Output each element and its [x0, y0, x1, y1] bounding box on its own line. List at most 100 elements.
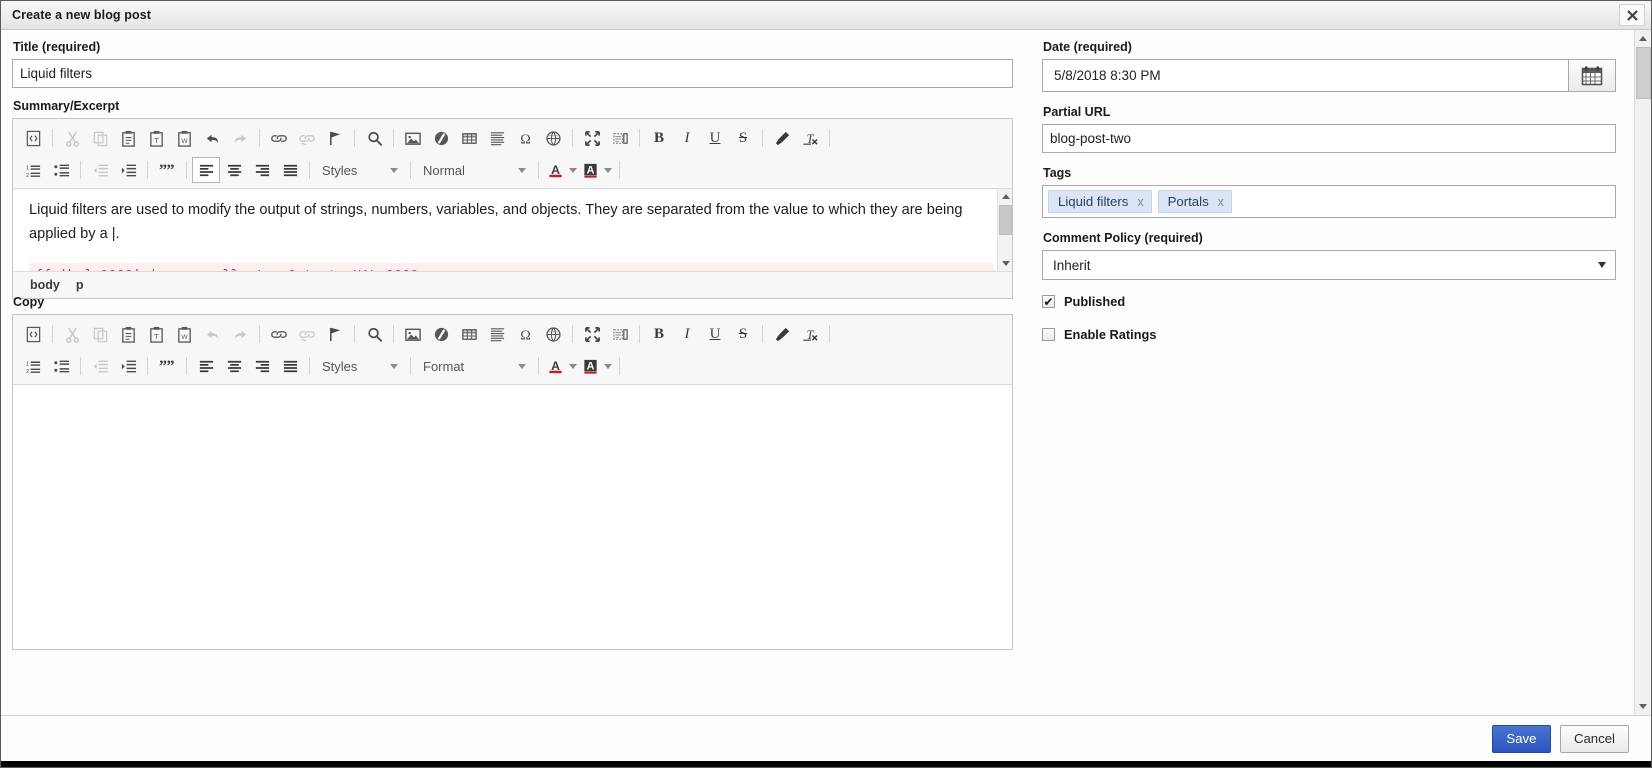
link-icon[interactable]: [265, 321, 293, 347]
source-icon[interactable]: [19, 125, 47, 151]
unlink-icon[interactable]: [293, 321, 321, 347]
justify-icon[interactable]: [276, 353, 304, 379]
horizontal-rule-icon[interactable]: [483, 321, 511, 347]
table-icon[interactable]: [455, 125, 483, 151]
cut-icon[interactable]: [58, 125, 86, 151]
background-color-arrow-icon[interactable]: [601, 157, 614, 183]
copy-formatting-icon[interactable]: [768, 125, 796, 151]
text-color-arrow-icon[interactable]: [566, 157, 579, 183]
remove-format-icon[interactable]: T: [796, 125, 824, 151]
paste-word-icon[interactable]: W: [170, 321, 198, 347]
align-center-icon[interactable]: [220, 157, 248, 183]
summary-editable-area[interactable]: Liquid filters are used to modify the ou…: [13, 189, 1012, 271]
flash-icon[interactable]: [427, 125, 455, 151]
italic-icon[interactable]: I: [673, 321, 701, 347]
redo-icon[interactable]: [226, 125, 254, 151]
save-button[interactable]: Save: [1491, 724, 1551, 753]
scroll-up-icon[interactable]: [1634, 30, 1651, 47]
redo-icon[interactable]: [226, 321, 254, 347]
bold-icon[interactable]: B: [645, 125, 673, 151]
copy-icon[interactable]: [86, 125, 114, 151]
paste-text-icon[interactable]: T: [142, 321, 170, 347]
scroll-thumb[interactable]: [999, 205, 1012, 235]
enable-ratings-checkbox[interactable]: ✔: [1042, 328, 1055, 341]
background-color-icon[interactable]: A: [579, 353, 601, 379]
strikethrough-icon[interactable]: S: [729, 321, 757, 347]
align-right-icon[interactable]: [248, 353, 276, 379]
styles-dropdown[interactable]: Styles: [315, 158, 403, 182]
bulleted-list-icon[interactable]: [47, 353, 75, 379]
undo-icon[interactable]: [198, 321, 226, 347]
search-icon[interactable]: [360, 321, 388, 347]
align-center-icon[interactable]: [220, 353, 248, 379]
bold-icon[interactable]: B: [645, 321, 673, 347]
format-dropdown[interactable]: Normal: [416, 158, 531, 182]
underline-icon[interactable]: U: [701, 125, 729, 151]
anchor-icon[interactable]: [321, 321, 349, 347]
maximize-icon[interactable]: [578, 321, 606, 347]
tag-remove-icon[interactable]: x: [1137, 195, 1143, 209]
show-blocks-icon[interactable]: [606, 125, 634, 151]
scroll-down-icon[interactable]: [998, 256, 1012, 271]
paste-text-icon[interactable]: T: [142, 125, 170, 151]
bulleted-list-icon[interactable]: [47, 157, 75, 183]
indent-icon[interactable]: [114, 157, 142, 183]
remove-format-icon[interactable]: T: [796, 321, 824, 347]
underline-icon[interactable]: U: [701, 321, 729, 347]
paste-icon[interactable]: [114, 321, 142, 347]
element-path-p[interactable]: p: [76, 278, 84, 292]
date-input[interactable]: [1042, 59, 1568, 92]
numbered-list-icon[interactable]: 12: [19, 157, 47, 183]
text-color-arrow-icon[interactable]: [566, 353, 579, 379]
undo-icon[interactable]: [198, 125, 226, 151]
copy-icon[interactable]: [86, 321, 114, 347]
horizontal-rule-icon[interactable]: [483, 125, 511, 151]
comment-policy-select[interactable]: Inherit: [1042, 250, 1616, 280]
flash-icon[interactable]: [427, 321, 455, 347]
copy-format-dropdown[interactable]: Format: [416, 354, 531, 378]
partial-url-input[interactable]: [1042, 124, 1616, 153]
image-icon[interactable]: [399, 321, 427, 347]
close-icon[interactable]: [1619, 4, 1645, 26]
search-icon[interactable]: [360, 125, 388, 151]
copy-editable-area[interactable]: [13, 385, 1012, 649]
enable-ratings-row[interactable]: ✔ Enable Ratings: [1042, 327, 1616, 342]
element-path-body[interactable]: body: [30, 278, 60, 292]
cancel-button[interactable]: Cancel: [1559, 724, 1629, 753]
published-row[interactable]: ✔ Published: [1042, 294, 1616, 309]
indent-icon[interactable]: [114, 353, 142, 379]
table-icon[interactable]: [455, 321, 483, 347]
link-icon[interactable]: [265, 125, 293, 151]
title-input[interactable]: [12, 59, 1013, 88]
text-color-icon[interactable]: A: [544, 353, 566, 379]
justify-icon[interactable]: [276, 157, 304, 183]
tag-chip[interactable]: Liquid filters x: [1048, 190, 1152, 213]
text-color-icon[interactable]: A: [544, 157, 566, 183]
numbered-list-icon[interactable]: 12: [19, 353, 47, 379]
outdent-icon[interactable]: [86, 353, 114, 379]
background-color-icon[interactable]: A: [579, 157, 601, 183]
blockquote-icon[interactable]: ””: [153, 353, 181, 379]
source-icon[interactable]: [19, 321, 47, 347]
strikethrough-icon[interactable]: S: [729, 125, 757, 151]
scroll-up-icon[interactable]: [998, 189, 1012, 204]
scroll-thumb[interactable]: [1636, 47, 1651, 99]
tags-input[interactable]: Liquid filters x Portals x: [1042, 185, 1616, 218]
tag-chip[interactable]: Portals x: [1157, 190, 1232, 213]
summary-editor-scrollbar[interactable]: [997, 189, 1012, 271]
paste-word-icon[interactable]: W: [170, 125, 198, 151]
tag-remove-icon[interactable]: x: [1218, 195, 1224, 209]
anchor-icon[interactable]: [321, 125, 349, 151]
show-blocks-icon[interactable]: [606, 321, 634, 347]
blockquote-icon[interactable]: ””: [153, 157, 181, 183]
outdent-icon[interactable]: [86, 157, 114, 183]
italic-icon[interactable]: I: [673, 125, 701, 151]
scroll-down-icon[interactable]: [1634, 698, 1651, 715]
paste-icon[interactable]: [114, 125, 142, 151]
special-char-icon[interactable]: Ω: [511, 321, 539, 347]
copy-formatting-icon[interactable]: [768, 321, 796, 347]
published-checkbox[interactable]: ✔: [1042, 295, 1055, 308]
maximize-icon[interactable]: [578, 125, 606, 151]
dialog-scrollbar[interactable]: [1634, 30, 1651, 715]
iframe-icon[interactable]: [539, 321, 567, 347]
